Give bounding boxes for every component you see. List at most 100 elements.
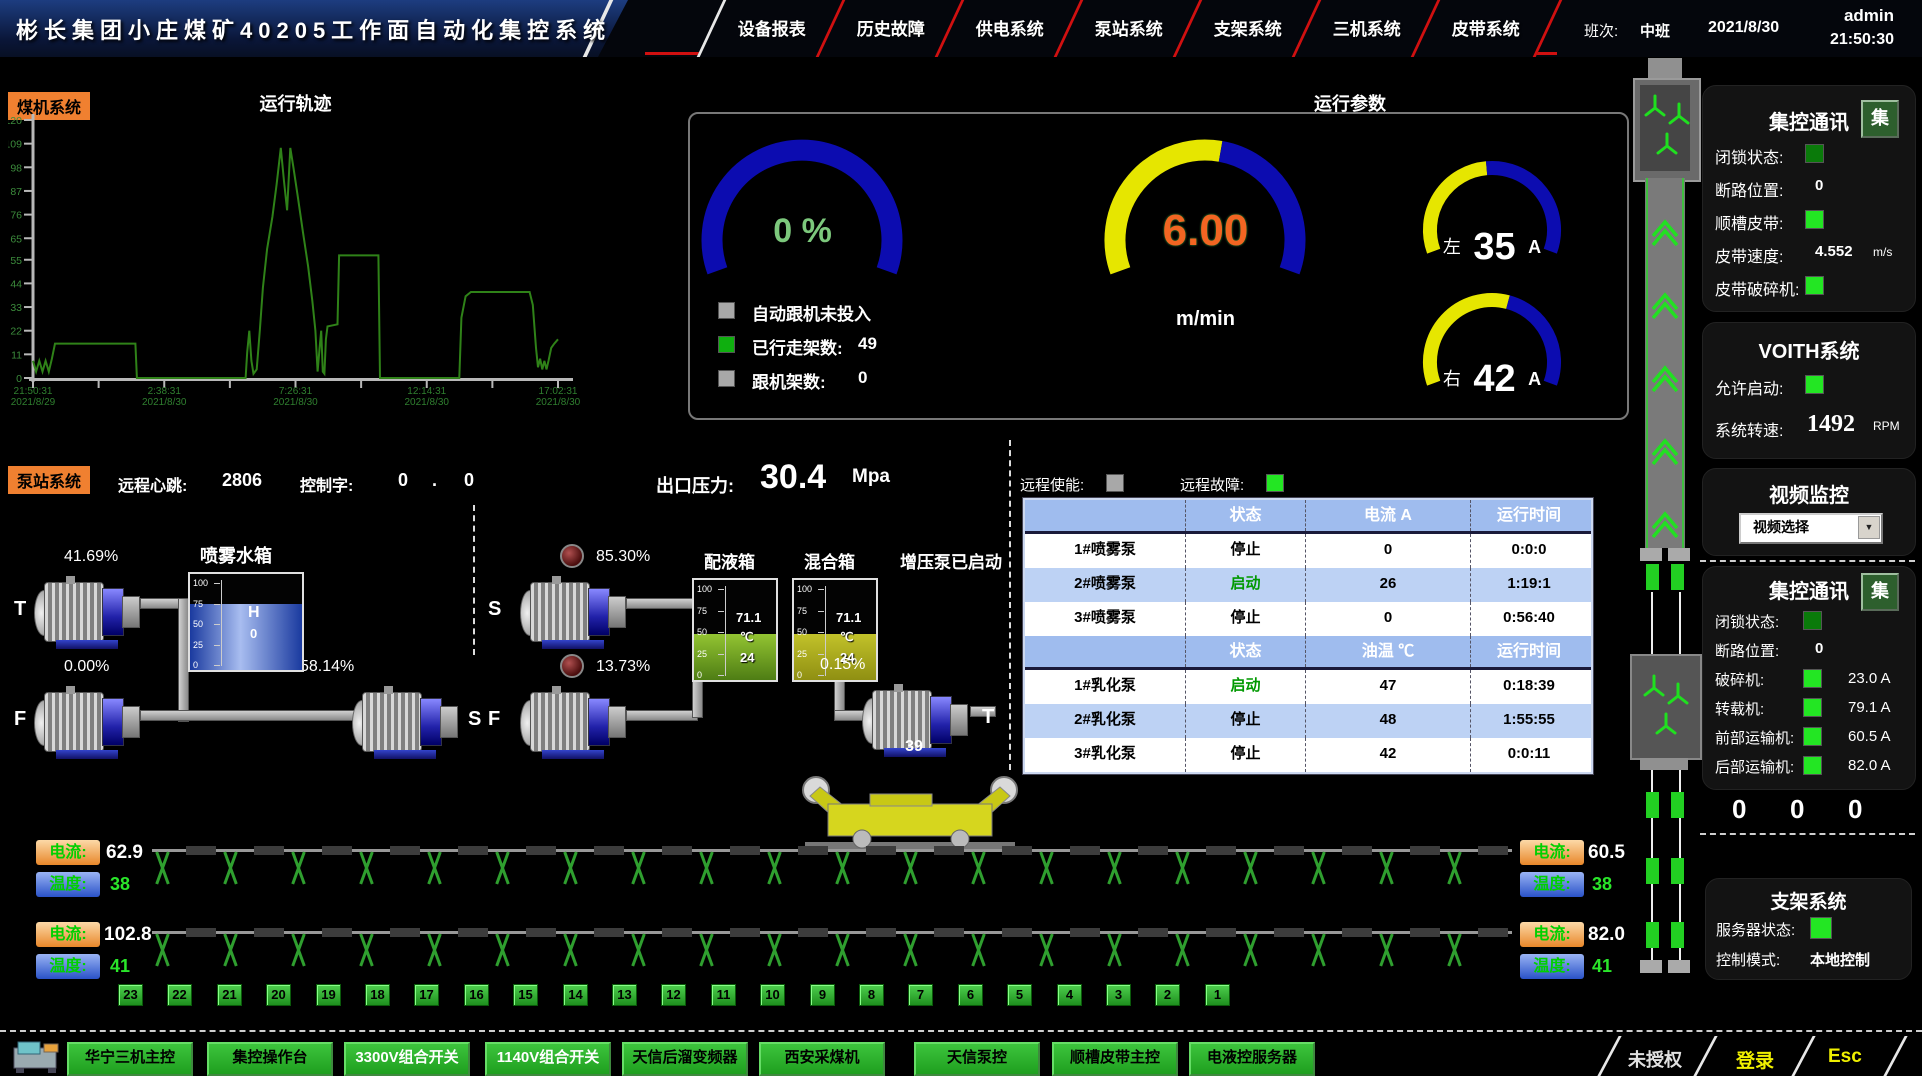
crusher-box-bottom [1630,654,1702,760]
tank-scale-label: 50 [797,627,807,637]
support-number-10[interactable]: 10 [760,984,785,1006]
status-led [1803,727,1822,746]
support-number-19[interactable]: 19 [316,984,341,1006]
conveyor-trestle [492,935,512,965]
pump-t1-tag: T [14,598,26,621]
shift-label: 班次: [1584,20,1618,41]
table-cell: 47 [1305,670,1470,704]
support-number-15[interactable]: 15 [513,984,538,1006]
conveyor-segment [1274,928,1304,937]
support-number-1[interactable]: 1 [1205,984,1230,1006]
tab-皮带系统[interactable]: 皮带系统 [1411,0,1563,57]
svg-text:76: 76 [10,210,22,222]
temp-tag: 温度: [36,954,100,979]
svg-text:2021/8/30: 2021/8/30 [273,397,318,406]
conveyor-trestle [1376,853,1396,883]
table-cell: 启动 [1185,568,1305,602]
device-button-华宁三机主控[interactable]: 华宁三机主控 [67,1042,193,1076]
crusher-box-top [1633,78,1701,182]
svg-text:65: 65 [10,233,22,245]
conveyor-trestle [1104,935,1124,965]
support-number-5[interactable]: 5 [1007,984,1032,1006]
device-button-3300V组合开关[interactable]: 3300V组合开关 [344,1042,470,1076]
footer-divider [0,1030,1922,1032]
conveyor-segment [1206,846,1236,855]
belt-pad [1671,922,1684,948]
device-button-集控操作台[interactable]: 集控操作台 [207,1042,333,1076]
tank-scale-label: 0 [797,670,802,680]
conveyor-line [152,849,1512,852]
belt-pad [1671,858,1684,884]
svg-text:2021/8/30: 2021/8/30 [536,397,581,406]
support-number-23[interactable]: 23 [118,984,143,1006]
support-number-20[interactable]: 20 [266,984,291,1006]
support-number-21[interactable]: 21 [217,984,242,1006]
panel-row-label: 后部运输机: [1715,756,1794,777]
support-number-17[interactable]: 17 [414,984,439,1006]
device-button-1140V组合开关[interactable]: 1140V组合开关 [485,1042,611,1076]
status-led[interactable] [718,370,735,387]
device-button-天信后溜变频器[interactable]: 天信后溜变频器 [622,1042,748,1076]
support-number-12[interactable]: 12 [661,984,686,1006]
status-led [1805,210,1824,229]
esc-button[interactable]: Esc [1828,1046,1862,1068]
panel-title: 支架系统 [1706,887,1911,914]
tank-scale-label: 0 [193,660,198,670]
tank-scale-label: 25 [797,649,807,659]
support-number-14[interactable]: 14 [563,984,588,1006]
video-select-dropdown[interactable]: 视频选择▼ [1739,513,1883,544]
table-header-row: 状态电流 A运行时间 [1025,500,1591,534]
device-button-顺槽皮带主控[interactable]: 顺槽皮带主控 [1052,1042,1178,1076]
machine-comm-panel: 集控通讯集闭锁状态:断路位置:0破碎机:23.0 A转载机:79.1 A前部运输… [1702,566,1916,790]
support-number-2[interactable]: 2 [1155,984,1180,1006]
collect-button[interactable]: 集 [1861,573,1899,611]
support-number-6[interactable]: 6 [958,984,983,1006]
support-number-13[interactable]: 13 [612,984,637,1006]
status-led[interactable] [718,302,735,319]
support-number-9[interactable]: 9 [810,984,835,1006]
support-number-22[interactable]: 22 [167,984,192,1006]
table-cell: 42 [1305,738,1470,772]
support-number-16[interactable]: 16 [464,984,489,1006]
login-button[interactable]: 登录 [1736,1046,1774,1073]
device-button-电液控服务器[interactable]: 电液控服务器 [1189,1042,1315,1076]
device-button-天信泵控[interactable]: 天信泵控 [914,1042,1040,1076]
conveyor-trestle [492,853,512,883]
device-button-西安采煤机[interactable]: 西安采煤机 [759,1042,885,1076]
support-number-4[interactable]: 4 [1057,984,1082,1006]
pipe [692,678,703,718]
table-row: 3#喷雾泵停止00:56:40 [1025,602,1591,636]
current-value: 62.9 [106,842,143,864]
counter-value: 0 [1790,794,1804,825]
table-cell: 停止 [1185,534,1305,568]
control-word-dot: . [432,470,437,491]
conveyor-trestle [628,935,648,965]
belt-cap [1668,548,1690,561]
support-number-7[interactable]: 7 [908,984,933,1006]
status-led[interactable] [718,336,735,353]
support-number-11[interactable]: 11 [711,984,736,1006]
conveyor-trestle [1240,935,1260,965]
conveyor-segment [1138,846,1168,855]
panel-row-label: 破碎机: [1715,669,1764,690]
tank-scale-label: 25 [193,640,203,650]
tank-scale-label: 50 [697,627,707,637]
conveyor-trestle [1104,853,1124,883]
table-row: 2#喷雾泵启动261:19:1 [1025,568,1591,602]
pump-s2-indicator [560,544,584,568]
support-number-3[interactable]: 3 [1106,984,1131,1006]
svg-text:2021/8/29: 2021/8/29 [11,397,56,406]
control-mode-value: 本地控制 [1810,949,1870,970]
collect-button[interactable]: 集 [1861,100,1899,138]
tank-scale-tick [718,675,724,676]
svg-text:11: 11 [11,349,22,361]
pump-f1-icon [34,686,144,760]
tank-scale-axis [725,586,726,676]
pump-t1-icon [34,576,144,650]
support-number-8[interactable]: 8 [859,984,884,1006]
tank-scale-tick [718,589,724,590]
table-cell: 0 [1305,602,1470,636]
belt-strip [1645,178,1685,548]
conveyor-trestle [152,935,172,965]
support-number-18[interactable]: 18 [365,984,390,1006]
